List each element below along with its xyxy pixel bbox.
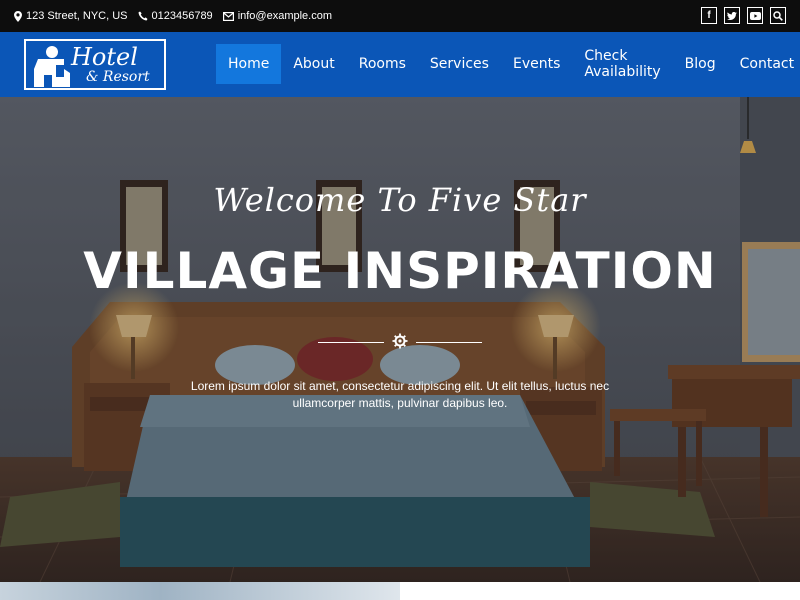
nav-services[interactable]: Services [418,44,501,84]
search-icon[interactable] [770,7,786,24]
hero-subtitle: Welcome To Five Star [213,181,587,219]
nav-rooms[interactable]: Rooms [347,44,418,84]
phone-icon [138,11,147,21]
hero-description: Lorem ipsum dolor sit amet, consectetur … [190,379,610,410]
logo-subtitle: & Resort [86,69,150,85]
twitter-icon[interactable] [724,7,740,24]
nav-events[interactable]: Events [501,44,572,84]
youtube-icon[interactable] [747,7,763,24]
address-text: 123 Street, NYC, US [26,10,128,22]
divider-line-left [318,342,384,343]
nav-blog[interactable]: Blog [673,44,728,84]
main-header: Hotel & Resort Home About Rooms Services… [0,32,800,97]
email-item: info@example.com [222,10,332,22]
next-section-image [0,582,400,600]
hero-section: Welcome To Five Star VILLAGE INSPIRATION… [0,97,800,582]
top-bar: 123 Street, NYC, US 0123456789 info@exam… [0,0,800,32]
divider-line-right [416,342,482,343]
contact-info: 123 Street, NYC, US 0123456789 info@exam… [14,10,342,22]
nav-check-availability[interactable]: Check Availability [572,44,672,84]
site-logo[interactable]: Hotel & Resort [24,39,166,90]
hero-title: VILLAGE INSPIRATION [83,242,717,300]
nav-contact[interactable]: Contact [728,44,800,84]
main-nav: Home About Rooms Services Events Check A… [216,44,800,84]
hero-divider [318,333,482,351]
envelope-icon [222,11,234,21]
address-item: 123 Street, NYC, US [14,10,128,22]
nav-home[interactable]: Home [216,44,282,84]
phone-text[interactable]: 0123456789 [152,10,213,22]
facebook-icon[interactable]: f [701,7,717,24]
social-links: f [701,7,786,24]
next-section-panel [400,582,800,600]
nav-about[interactable]: About [281,44,346,84]
gear-icon [392,333,408,349]
email-text[interactable]: info@example.com [238,10,332,22]
phone-item: 0123456789 [138,10,213,22]
map-marker-icon [14,10,22,22]
hotel-logo-icon [34,46,70,87]
logo-title: Hotel [71,43,138,71]
